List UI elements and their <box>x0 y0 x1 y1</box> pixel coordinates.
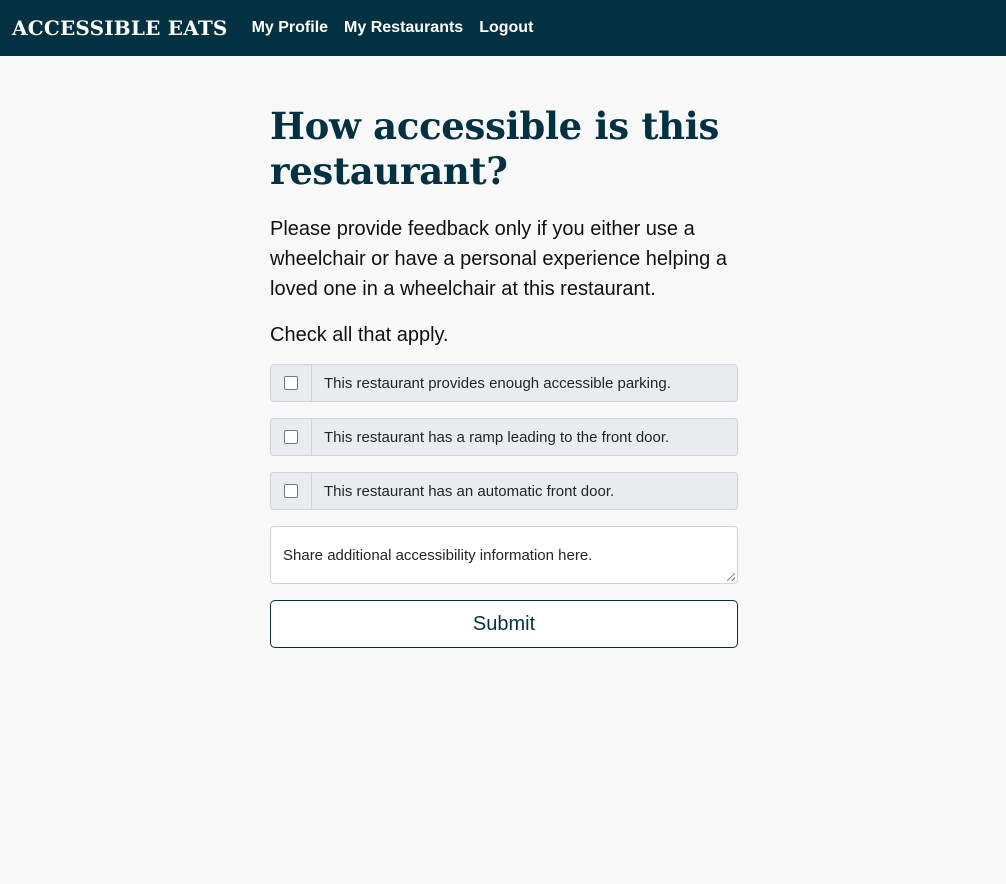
navbar: ACCESSIBLE EATS My Profile My Restaurant… <box>0 0 1006 56</box>
textarea-placeholder: Share additional accessibility informati… <box>283 547 593 564</box>
checkbox-list: This restaurant provides enough accessib… <box>270 364 738 510</box>
checkbox-cell <box>271 473 312 509</box>
submit-button[interactable]: Submit <box>270 600 738 648</box>
resize-handle-icon[interactable] <box>727 573 735 581</box>
automatic-door-checkbox[interactable] <box>284 484 298 498</box>
checkbox-label-parking[interactable]: This restaurant provides enough accessib… <box>312 365 671 401</box>
nav-link-my-restaurants[interactable]: My Restaurants <box>344 19 463 37</box>
checkbox-row-parking: This restaurant provides enough accessib… <box>270 364 738 402</box>
feedback-form: How accessible is this restaurant? Pleas… <box>270 100 738 648</box>
parking-checkbox[interactable] <box>284 376 298 390</box>
ramp-checkbox[interactable] <box>284 430 298 444</box>
checkbox-cell <box>271 419 312 455</box>
nav-link-my-profile[interactable]: My Profile <box>252 19 328 37</box>
checkbox-cell <box>271 365 312 401</box>
checkbox-label-automatic-door[interactable]: This restaurant has an automatic front d… <box>312 473 614 509</box>
checkbox-row-ramp: This restaurant has a ramp leading to th… <box>270 418 738 456</box>
page-title: How accessible is this restaurant? <box>270 104 720 193</box>
additional-info-textarea[interactable]: Share additional accessibility informati… <box>270 526 738 584</box>
intro-text: Please provide feedback only if you eith… <box>270 218 727 300</box>
check-all-instruction: Check all that apply. <box>270 324 449 346</box>
checkbox-row-automatic-door: This restaurant has an automatic front d… <box>270 472 738 510</box>
brand-logo[interactable]: ACCESSIBLE EATS <box>12 16 228 40</box>
checkbox-label-ramp[interactable]: This restaurant has a ramp leading to th… <box>312 419 669 455</box>
nav-link-logout[interactable]: Logout <box>479 19 533 37</box>
